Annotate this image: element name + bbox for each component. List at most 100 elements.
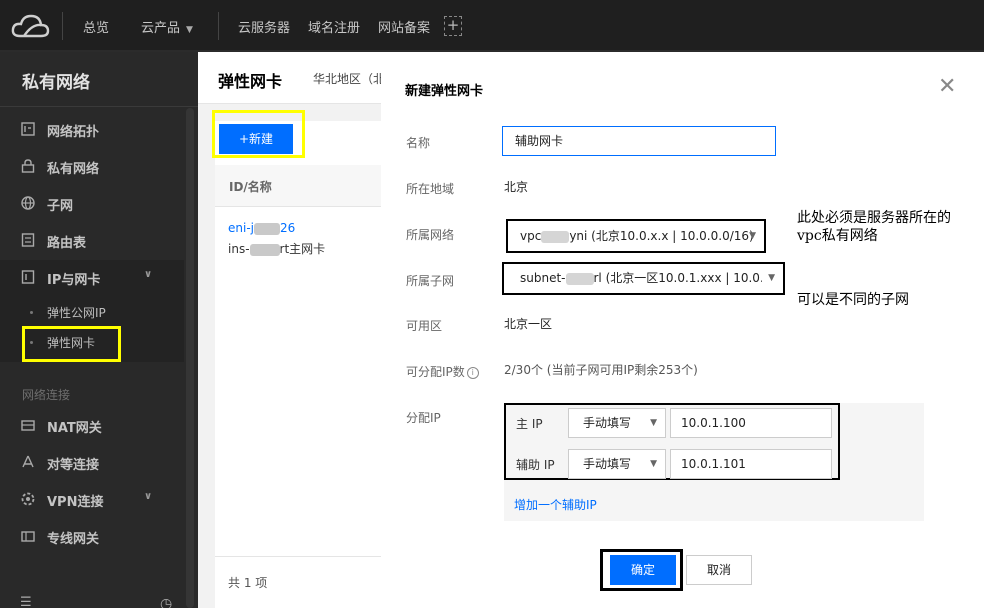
- caret-down-icon: ▼: [650, 459, 657, 469]
- sidebar-item-dedicated[interactable]: 专线网关: [0, 519, 184, 555]
- sidebar-item-label: 私有网络: [47, 162, 100, 177]
- sidebar-item-vpn[interactable]: VPN连接 ∨: [0, 482, 184, 518]
- lock-icon: [21, 159, 35, 173]
- eni-id-suffix: 26: [280, 221, 296, 235]
- ip-count-label: 可分配IP数 i: [406, 363, 479, 380]
- secondary-ip-label: 辅助 IP: [516, 458, 555, 472]
- top-bar: 总览 云产品 ▼ 云服务器 域名注册 网站备案 +: [0, 0, 984, 52]
- sidebar-title: 私有网络: [22, 73, 90, 93]
- list-card: +新建 ID/名称 eni-j 26 ins-rt主网卡 共 1 项: [215, 121, 381, 608]
- sidebar-item-label: IP与网卡: [47, 273, 101, 288]
- caret-down-icon: ▼: [749, 231, 756, 241]
- eni-name-suffix: rt主网卡: [279, 242, 326, 256]
- caret-down-icon: ▼: [762, 264, 775, 293]
- table-header: ID/名称: [215, 165, 381, 207]
- name-label: 名称: [406, 136, 431, 150]
- sidebar-subitem-eip[interactable]: 弹性公网IP: [47, 304, 106, 321]
- primary-ip-label: 主 IP: [516, 417, 543, 431]
- sidebar-scrollbar[interactable]: [186, 108, 194, 608]
- chevron-down-icon: ▼: [186, 25, 193, 35]
- nat-icon: [21, 420, 35, 431]
- nav-icp[interactable]: 网站备案: [378, 17, 430, 36]
- name-input[interactable]: 辅助网卡: [502, 126, 776, 156]
- vpc-annotation-line1: 此处必须是服务器所在的: [797, 210, 951, 226]
- zone-label: 可用区: [406, 319, 443, 333]
- nav-cvm[interactable]: 云服务器: [238, 17, 290, 36]
- eni-id-link[interactable]: eni-j 26: [228, 221, 295, 235]
- highlight-box: [22, 326, 121, 362]
- ip-count-value: 2/30个 (当前子网可用IP剩余253个): [504, 363, 698, 377]
- eni-name: ins-rt主网卡: [228, 240, 325, 257]
- vpc-select[interactable]: vpc yni (北京10.0.x.x | 10.0.0.0/16) ▼: [506, 219, 766, 253]
- nav-overview[interactable]: 总览: [83, 17, 109, 36]
- history-icon[interactable]: ◷: [160, 596, 172, 608]
- sidebar-item-subnet[interactable]: 子网: [0, 186, 184, 222]
- menu-icon[interactable]: ☰: [20, 595, 32, 608]
- sidebar-item-label: 路由表: [47, 236, 87, 251]
- assign-ip-label: 分配IP: [406, 411, 441, 425]
- redacted-block: [565, 272, 594, 285]
- nav-products[interactable]: 云产品 ▼: [141, 17, 193, 36]
- subnet-select[interactable]: subnet-rl (北京一区10.0.1.xxx | 10.0.1. ▼: [502, 262, 785, 295]
- nav-domain[interactable]: 域名注册: [308, 17, 360, 36]
- region-label: 所在地域: [406, 182, 455, 196]
- sidebar-item-label: NAT网关: [47, 421, 102, 436]
- primary-ip-mode-select[interactable]: 手动填写 ▼: [568, 408, 666, 438]
- region-value: 北京: [504, 180, 529, 194]
- sidebar-item-label: VPN连接: [47, 495, 104, 510]
- cancel-button[interactable]: 取消: [686, 555, 752, 585]
- redacted-block: [541, 230, 570, 243]
- sidebar-section-label: 网络连接: [22, 388, 71, 402]
- chevron-down-icon: ∨: [144, 491, 153, 502]
- vpc-suffix: yni (北京10.0.x.x | 10.0.0.0/16): [569, 229, 754, 243]
- vpc-prefix: vpc: [520, 229, 542, 243]
- zone-value: 北京一区: [504, 317, 553, 331]
- globe-icon: [21, 196, 35, 210]
- column-header: ID/名称: [229, 180, 272, 194]
- ip-assign-table: 主 IP 手动填写 ▼ 10.0.1.100 辅助 IP 手动填写 ▼ 10.0.1…: [504, 403, 840, 480]
- redacted-block: [249, 243, 280, 256]
- page-header: 弹性网卡 华北地区（北: [198, 52, 385, 104]
- close-icon[interactable]: ✕: [938, 76, 956, 98]
- bullet-icon: [30, 311, 33, 314]
- info-icon[interactable]: i: [466, 366, 479, 379]
- subnet-label: 所属子网: [406, 274, 455, 288]
- create-eni-dialog: 新建弹性网卡 ✕ 名称 辅助网卡 所在地域 北京 所属网络 vpc yni (北京…: [381, 52, 984, 608]
- sidebar-item-nat[interactable]: NAT网关: [0, 408, 184, 444]
- sidebar-item-label: 子网: [47, 199, 74, 214]
- divider: [0, 106, 198, 107]
- sidebar-item-vpc[interactable]: 私有网络: [0, 149, 184, 185]
- cloud-icon[interactable]: [10, 12, 50, 40]
- peering-icon: [22, 455, 34, 468]
- chevron-down-icon: ∨: [144, 269, 153, 280]
- sidebar-item-route-table[interactable]: 路由表: [0, 223, 184, 259]
- divider: [62, 12, 63, 40]
- dedicated-line-icon: [21, 531, 35, 542]
- sidebar-item-peering[interactable]: 对等连接: [0, 445, 184, 481]
- subnet-annotation: 可以是不同的子网: [797, 292, 909, 308]
- primary-ip-input[interactable]: 10.0.1.100: [670, 408, 832, 438]
- vpc-label: 所属网络: [406, 228, 455, 242]
- ip-card-icon: [21, 270, 35, 284]
- region-selector[interactable]: 华北地区（北: [313, 70, 385, 87]
- dialog-title: 新建弹性网卡: [405, 84, 484, 99]
- highlight-box: [212, 110, 305, 158]
- secondary-ip-mode-select[interactable]: 手动填写 ▼: [568, 449, 666, 479]
- sidebar-item-topology[interactable]: 网络拓扑: [0, 112, 184, 148]
- ok-button[interactable]: 确定: [610, 555, 676, 585]
- add-icon[interactable]: +: [444, 16, 462, 36]
- eni-name-prefix: ins-: [228, 242, 250, 256]
- sidebar-item-ip-card[interactable]: IP与网卡 ∨: [0, 260, 184, 296]
- divider: [215, 556, 381, 557]
- primary-ip-mode: 手动填写: [583, 416, 632, 430]
- total-count: 共 1 项: [228, 576, 268, 590]
- add-secondary-ip-link[interactable]: 增加一个辅助IP: [514, 496, 597, 513]
- secondary-ip-mode: 手动填写: [583, 457, 632, 471]
- sidebar-item-label: 专线网关: [47, 532, 100, 547]
- subnet-suffix: rl (北京一区10.0.1.xxx | 10.0.1.: [593, 271, 776, 285]
- caret-down-icon: ▼: [650, 418, 657, 428]
- redacted-block: [254, 222, 280, 235]
- vpn-icon: [21, 492, 35, 506]
- secondary-ip-input[interactable]: 10.0.1.101: [670, 449, 832, 479]
- subnet-prefix: subnet-: [520, 271, 566, 285]
